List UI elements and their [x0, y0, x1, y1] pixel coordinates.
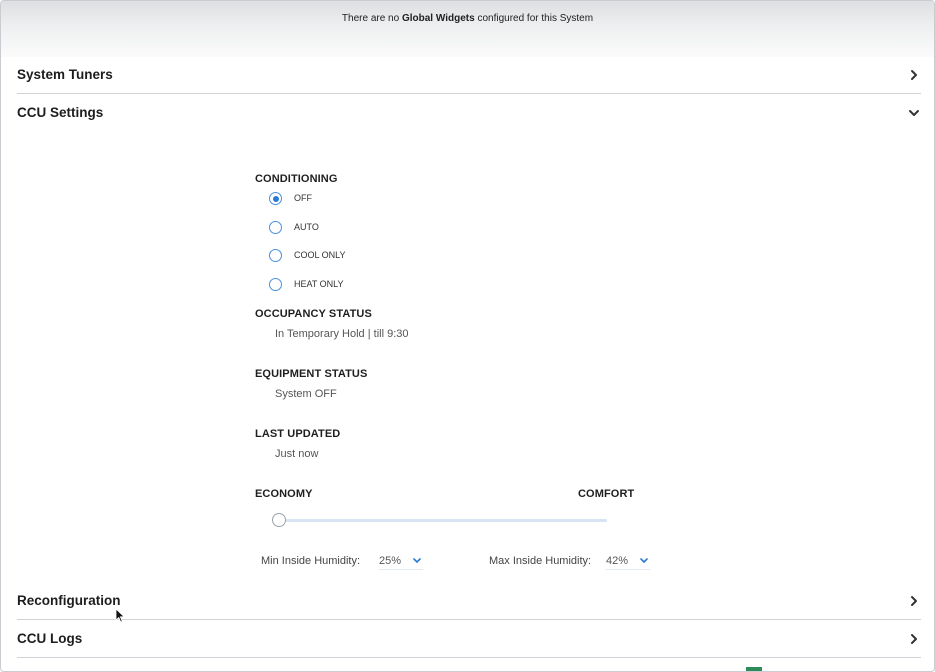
- chevron-right-icon: [911, 634, 917, 644]
- min-humidity-label: Min Inside Humidity:: [261, 555, 361, 567]
- global-widgets-banner: There are no Global Widgets configured f…: [1, 1, 934, 57]
- section-system-tuners[interactable]: System Tuners: [1, 58, 921, 92]
- economy-comfort-slider-track[interactable]: [279, 519, 607, 522]
- radio-label: AUTO: [294, 222, 319, 232]
- conditioning-label: CONDITIONING: [255, 173, 338, 185]
- banner-message: There are no Global Widgets configured f…: [1, 13, 934, 24]
- equipment-status-value: System OFF: [275, 388, 337, 400]
- section-ccu-settings[interactable]: CCU Settings: [1, 96, 921, 130]
- mouse-cursor-icon: [115, 608, 125, 623]
- economy-label: ECONOMY: [255, 488, 313, 500]
- max-humidity-label: Max Inside Humidity:: [489, 555, 592, 567]
- radio-label: OFF: [294, 193, 312, 203]
- min-humidity-select[interactable]: 25%: [379, 555, 423, 570]
- max-humidity-select[interactable]: 42%: [606, 555, 650, 570]
- divider: [17, 619, 921, 620]
- section-ccu-logs[interactable]: CCU Logs: [1, 622, 921, 656]
- economy-comfort-slider-handle[interactable]: [272, 513, 286, 527]
- banner-bold: Global Widgets: [401, 13, 475, 24]
- radio-button[interactable]: [269, 278, 282, 291]
- divider: [17, 93, 921, 94]
- last-updated-label: LAST UPDATED: [255, 428, 341, 440]
- section-title-ccu-logs: CCU Logs: [17, 631, 83, 646]
- last-updated-value: Just now: [275, 448, 319, 460]
- occupancy-status-label: OCCUPANCY STATUS: [255, 308, 372, 320]
- occupancy-status-value: In Temporary Hold | till 9:30: [275, 328, 409, 340]
- radio-label: COOL ONLY: [294, 250, 346, 260]
- radio-button[interactable]: [269, 192, 282, 205]
- chevron-down-icon: [640, 558, 648, 564]
- section-title-system-tuners: System Tuners: [17, 67, 113, 82]
- min-humidity-value: 25%: [379, 555, 402, 567]
- radio-label: HEAT ONLY: [294, 279, 344, 289]
- comfort-label: COMFORT: [578, 488, 635, 500]
- radio-button[interactable]: [269, 249, 282, 262]
- banner-suffix: configured for this System: [474, 13, 594, 24]
- section-title-ccu-settings: CCU Settings: [17, 105, 104, 120]
- divider: [17, 657, 921, 658]
- max-humidity-value: 42%: [606, 555, 629, 567]
- app-frame: There are no Global Widgets configured f…: [0, 0, 935, 672]
- section-reconfiguration[interactable]: Reconfiguration: [1, 584, 921, 618]
- chevron-right-icon: [911, 596, 917, 606]
- chevron-right-icon: [911, 70, 917, 80]
- section-title-reconfiguration: Reconfiguration: [17, 593, 121, 608]
- banner-prefix: There are no: [341, 13, 402, 24]
- equipment-status-label: EQUIPMENT STATUS: [255, 368, 368, 380]
- status-indicator: [746, 667, 762, 671]
- chevron-down-icon: [909, 110, 919, 116]
- radio-button[interactable]: [269, 221, 282, 234]
- chevron-down-icon: [413, 558, 421, 564]
